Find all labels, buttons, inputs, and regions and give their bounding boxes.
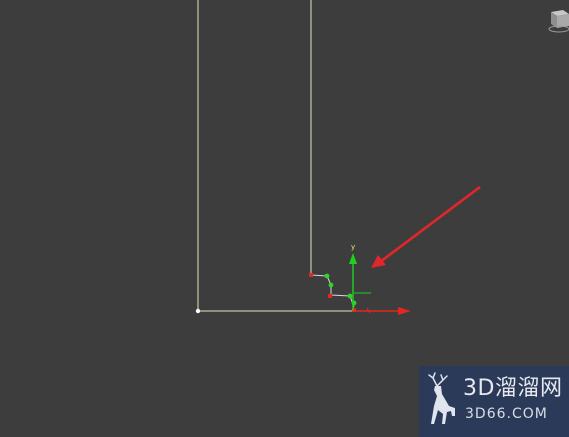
deer-logo-icon (428, 372, 455, 424)
3d-viewport[interactable]: y 3D溜溜网 3D66.COM (0, 0, 569, 437)
selected-vertex[interactable] (309, 273, 313, 277)
gizmo-y-arrow-icon (349, 253, 357, 264)
spline-vertex[interactable] (195, 308, 201, 314)
spline-outline[interactable] (197, 0, 354, 312)
watermark-badge: 3D溜溜网 3D66.COM (419, 366, 569, 437)
spline-step-segment[interactable] (310, 274, 355, 308)
move-gizmo[interactable]: y (349, 243, 411, 315)
spline-vertex[interactable] (324, 273, 330, 279)
gizmo-y-axis-label: y (351, 243, 355, 251)
gizmo-x-arrow-icon (398, 307, 411, 315)
watermark-url-text: 3D66.COM (465, 406, 548, 422)
selected-vertex[interactable] (328, 294, 332, 298)
spline-vertex[interactable] (347, 293, 353, 299)
watermark-brand-text: 3D溜溜网 (463, 376, 563, 401)
spline-vertex[interactable] (328, 282, 334, 288)
annotation-arrow (371, 185, 481, 268)
viewcube-icon[interactable] (545, 6, 569, 34)
